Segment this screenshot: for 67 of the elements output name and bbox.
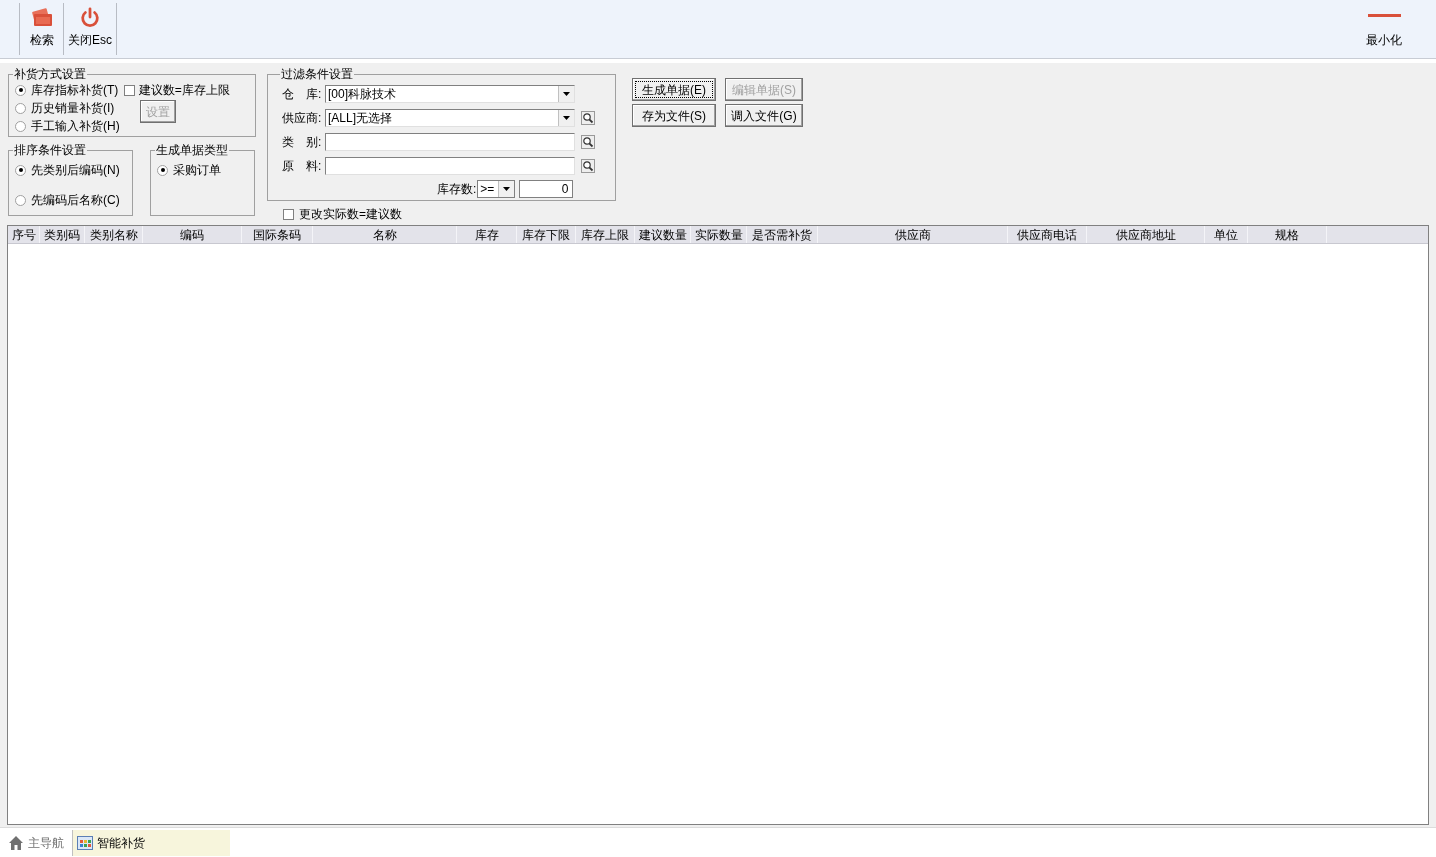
toolbar-button[interactable]: 检索 xyxy=(20,3,64,55)
column-header[interactable]: 供应商电话 xyxy=(1008,226,1087,243)
field-label: 仓 库: xyxy=(282,86,323,103)
radio-label: 先编码后名称(C) xyxy=(31,192,120,209)
column-header[interactable]: 类别名称 xyxy=(85,226,143,243)
column-header[interactable]: 是否需补货 xyxy=(747,226,818,243)
radio-button[interactable] xyxy=(157,164,168,176)
tab[interactable]: 智能补货 xyxy=(72,829,230,856)
radio-button[interactable] xyxy=(15,120,26,132)
radio-button[interactable] xyxy=(15,102,26,114)
dropdown[interactable]: [ALL]无选择 xyxy=(325,109,575,127)
column-header[interactable]: 序号 xyxy=(8,226,40,243)
radio-button[interactable] xyxy=(15,164,26,176)
field-label: 库存数: xyxy=(437,181,477,198)
cards-icon xyxy=(29,8,54,28)
button[interactable]: 生成单据(E) xyxy=(632,78,716,101)
checkbox-label: 建议数=库存上限 xyxy=(138,82,230,99)
column-header[interactable]: 实际数量 xyxy=(691,226,747,243)
minimize-icon xyxy=(1367,14,1401,17)
caret-icon xyxy=(503,187,511,191)
input-field[interactable] xyxy=(325,157,575,175)
caret-icon xyxy=(563,116,570,120)
column-header[interactable]: 规格 xyxy=(1248,226,1327,243)
group-title: 排序条件设置 xyxy=(13,143,87,157)
radio-button[interactable] xyxy=(15,194,26,206)
column-header[interactable]: 供应商地址 xyxy=(1087,226,1205,243)
button[interactable]: 存为文件(S) xyxy=(632,104,716,127)
tab[interactable]: 主导航 xyxy=(4,829,68,856)
radio-label: 手工输入补货(H) xyxy=(31,118,120,135)
column-header[interactable]: 编码 xyxy=(143,226,242,243)
column-header[interactable]: 库存上限 xyxy=(576,226,635,243)
radio-label: 历史销量补货(I) xyxy=(31,100,115,117)
input-field[interactable]: 0 xyxy=(519,180,574,198)
radio-label: 库存指标补货(T) xyxy=(31,82,119,99)
checkbox[interactable] xyxy=(123,84,135,96)
radio-label: 先类别后编码(N) xyxy=(31,162,120,179)
power-icon xyxy=(79,7,101,29)
minimize-button[interactable]: 最小化 xyxy=(1362,0,1406,58)
search-icon[interactable] xyxy=(581,111,595,125)
field-label: 类 别: xyxy=(282,134,323,151)
search-icon[interactable] xyxy=(581,159,595,173)
column-header[interactable]: 建议数量 xyxy=(635,226,691,243)
dropdown[interactable]: [00]科脉技术 xyxy=(325,85,575,103)
field-label: 原 料: xyxy=(282,158,323,175)
radio-label: 采购订单 xyxy=(173,162,221,179)
column-header[interactable]: 供应商 xyxy=(818,226,1008,243)
home-icon xyxy=(8,834,24,851)
search-icon[interactable] xyxy=(581,135,595,149)
group-title: 补货方式设置 xyxy=(13,67,87,81)
input-field[interactable] xyxy=(325,133,575,151)
radio-button[interactable] xyxy=(15,84,26,96)
column-header[interactable]: 名称 xyxy=(313,226,457,243)
checkbox[interactable] xyxy=(283,208,294,220)
group-title: 生成单据类型 xyxy=(155,143,229,157)
grid-window-icon xyxy=(77,835,93,850)
group-title: 过滤条件设置 xyxy=(280,67,354,81)
column-header[interactable]: 库存下限 xyxy=(517,226,576,243)
column-header[interactable]: 单位 xyxy=(1205,226,1248,243)
toolbar-button[interactable]: 关闭Esc xyxy=(64,3,117,55)
button[interactable]: 调入文件(G) xyxy=(725,104,803,127)
field-label: 供应商: xyxy=(282,110,323,127)
caret-icon xyxy=(563,92,570,96)
column-header[interactable]: 类别码 xyxy=(40,226,85,243)
column-header[interactable]: 库存 xyxy=(457,226,517,243)
column-header[interactable]: 国际条码 xyxy=(242,226,313,243)
checkbox-label: 更改实际数=建议数 xyxy=(299,206,402,223)
dropdown[interactable]: >= xyxy=(477,180,516,198)
